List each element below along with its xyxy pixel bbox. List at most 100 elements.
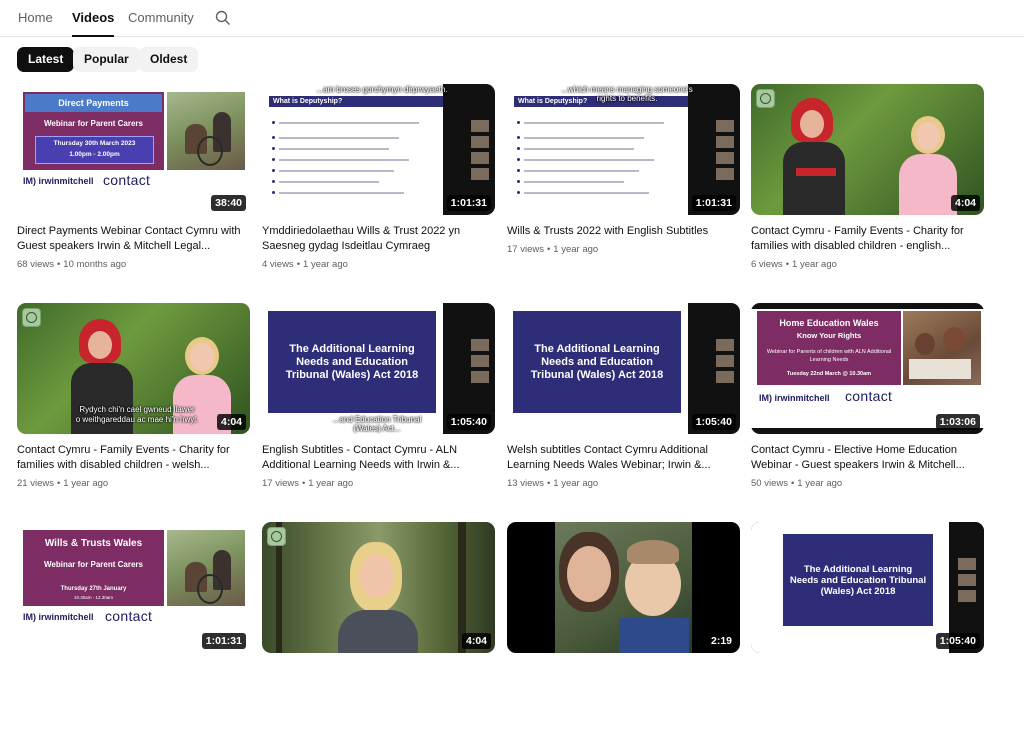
bullet [272,169,275,172]
video-title[interactable]: Contact Cymru - Family Events - Charity … [751,224,984,254]
video-card[interactable]: What is Deputyship? ...am broses gorchym… [262,84,495,294]
view-count: 17 views [262,478,299,489]
view-count: 68 views [17,259,54,270]
video-thumbnail[interactable]: The Additional Learning Needs and Educat… [751,522,984,653]
video-meta: 4 views • 1 year ago [262,259,348,270]
upload-age: 1 year ago [308,478,354,489]
bullet [517,136,520,139]
view-count: 21 views [17,478,54,489]
video-card[interactable]: The Additional Learning Needs and Educat… [507,303,740,513]
girl-top [899,154,957,215]
contact-cymru-badge-icon [267,527,286,546]
video-duration: 1:01:31 [691,195,736,211]
contact-logo: contact [845,388,893,404]
video-thumbnail[interactable]: The Additional Learning Needs and Educat… [262,303,495,434]
video-duration: 38:40 [211,195,246,211]
thumbnail-heading: Wills & Trusts Wales [44,538,143,549]
video-title[interactable]: Ymddiriedolaethau Wills & Trust 2022 yn … [262,224,495,254]
bullet [517,180,520,183]
video-meta: 6 views • 1 year ago [751,259,837,270]
thumbnail-photo [167,530,245,606]
slide-title: What is Deputyship? [269,96,444,107]
bullet [272,121,275,124]
video-thumbnail[interactable]: 4:04 [262,522,495,653]
video-card[interactable]: 4:04 Contact Cymru - Family Events - Cha… [751,84,984,294]
video-card[interactable]: Direct Payments Webinar for Parent Carer… [17,84,250,294]
contact-logo: contact [103,172,151,188]
video-title[interactable]: Contact Cymru - Family Events - Charity … [17,443,250,473]
video-title[interactable]: English Subtitles - Contact Cymru - ALN … [262,443,495,473]
thumbnail-photo [903,311,981,385]
video-card[interactable]: What is Deputyship? ...which means manag… [507,84,740,294]
thumbnail-body: Webinar for Parents of children with ALN… [766,349,892,363]
participant-tile [716,152,734,164]
slide-line [279,159,409,161]
girl-face [190,343,214,371]
video-card[interactable]: Wills & Trusts Wales Webinar for Parent … [17,522,250,732]
bullet [517,191,520,194]
contact-cymru-badge-icon [22,308,41,327]
video-thumbnail[interactable]: Rydych chi'n cael gwneud llawer o weithg… [17,303,250,434]
video-thumbnail[interactable]: The Additional Learning Needs and Educat… [507,303,740,434]
participant-tile [716,371,734,383]
bullet [272,136,275,139]
slide-line [279,148,389,150]
thumbnail-heading: Direct Payments [25,94,162,112]
thumbnail-subheading: Know Your Rights [796,331,862,340]
irwin-mitchell-logo: IM) irwinmitchell [759,393,830,403]
video-duration: 2:19 [706,633,736,649]
slide-line [279,137,399,139]
filter-chip-popular[interactable]: Popular [73,47,140,72]
video-thumbnail[interactable]: 4:04 [751,84,984,215]
video-meta: 13 views • 1 year ago [507,478,599,489]
video-title[interactable]: Contact Cymru - Elective Home Education … [751,443,984,473]
search-icon[interactable] [215,10,231,26]
letterbox-top [751,303,984,309]
participant-tile [471,339,489,351]
upload-age: 1 year ago [63,478,109,489]
video-duration: 1:03:06 [935,414,980,430]
tab-home[interactable]: Home [18,0,53,36]
slide-title: The Additional Learning Needs and Educat… [268,311,436,413]
video-card[interactable]: The Additional Learning Needs and Educat… [262,303,495,513]
bullet [517,158,520,161]
subtitle-caption-line1: ...which means managing someone's [561,85,693,94]
participant-tile [716,355,734,367]
thumbnail-date-line1: Thursday 27th January [60,586,127,592]
video-title[interactable]: Wills & Trusts 2022 with English Subtitl… [507,224,740,239]
view-count: 50 views [751,478,788,489]
bullet [272,158,275,161]
participant-tile [471,136,489,148]
video-card[interactable]: 2:19 [507,522,740,732]
hoodie-stripe [796,168,836,176]
video-thumbnail[interactable]: Home Education Wales Know Your Rights We… [751,303,984,434]
tab-community[interactable]: Community [128,0,194,36]
video-thumbnail[interactable]: What is Deputyship? ...which means manag… [507,84,740,215]
participant-tile [471,152,489,164]
video-card[interactable]: 4:04 [262,522,495,732]
video-title[interactable]: Direct Payments Webinar Contact Cymru wi… [17,224,250,254]
participant-tile [471,371,489,383]
bullet [517,169,520,172]
video-meta: 68 views • 10 months ago [17,259,127,270]
video-card[interactable]: Home Education Wales Know Your Rights We… [751,303,984,513]
video-card[interactable]: The Additional Learning Needs and Educat… [751,522,984,732]
video-thumbnail[interactable]: What is Deputyship? ...am broses gorchym… [262,84,495,215]
participant-tile [471,355,489,367]
tab-videos[interactable]: Videos [72,0,115,37]
slide-line [524,148,634,150]
video-thumbnail[interactable]: Direct Payments Webinar for Parent Carer… [17,84,250,215]
slide-line [524,122,664,124]
video-thumbnail[interactable]: 2:19 [507,522,740,653]
upload-age: 1 year ago [553,478,599,489]
slide-title: The Additional Learning Needs and Educat… [513,311,681,413]
upload-age: 10 months ago [63,259,127,270]
filter-chip-oldest[interactable]: Oldest [139,47,199,72]
video-thumbnail[interactable]: Wills & Trusts Wales Webinar for Parent … [17,522,250,653]
filter-chip-latest[interactable]: Latest [17,47,75,72]
slide-line [524,181,624,183]
thumbnail-heading: Home Education Wales [779,318,879,328]
girl-face [916,122,940,150]
video-title[interactable]: Welsh subtitles Contact Cymru Additional… [507,443,740,473]
video-card[interactable]: Rydych chi'n cael gwneud llawer o weithg… [17,303,250,513]
